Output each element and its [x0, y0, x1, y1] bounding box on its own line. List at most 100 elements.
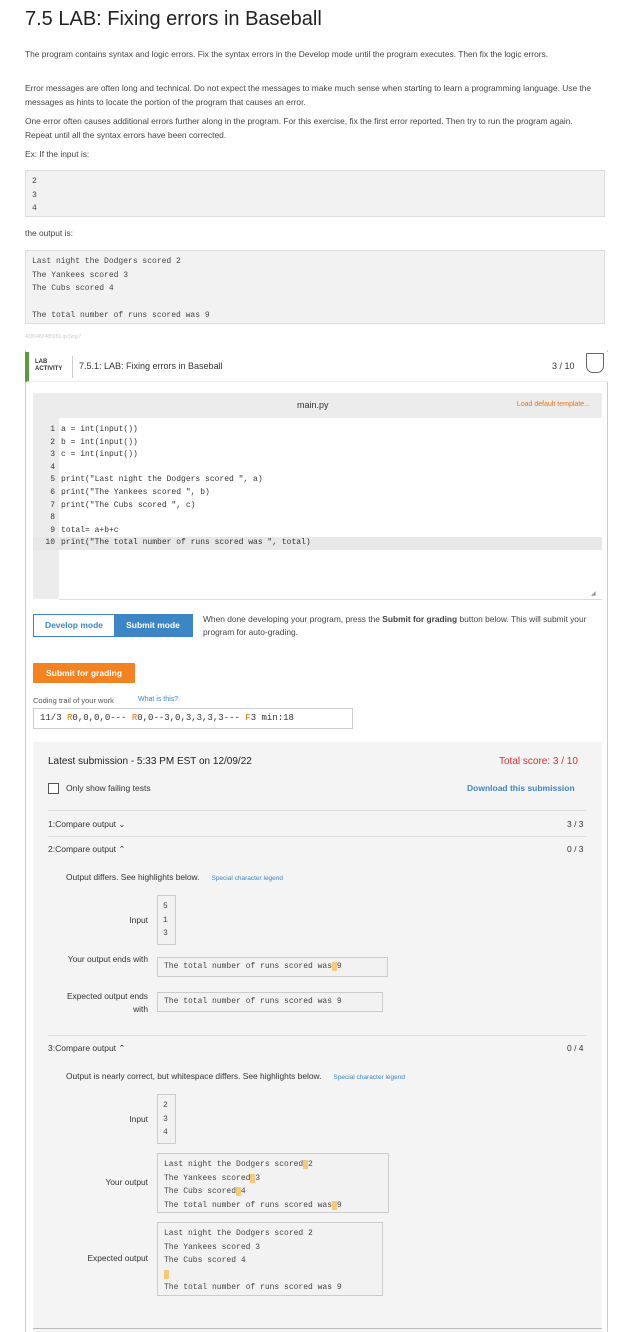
test-2-expected-output: The total number of runs scored was 9: [157, 992, 383, 1012]
divider: [48, 836, 586, 837]
code-line[interactable]: 8: [33, 512, 55, 525]
input-label: Input: [129, 915, 148, 925]
test-2-toggle[interactable]: 2:Compare output ⌃: [48, 844, 126, 855]
special-character-legend-link[interactable]: Special character legend: [333, 1074, 405, 1081]
resize-handle-icon[interactable]: ◢: [591, 590, 596, 597]
code-text[interactable]: b = int(input()): [61, 437, 138, 450]
code-line[interactable]: 3 c = int(input()): [33, 449, 138, 462]
error-paragraph: Error messages are often long and techni…: [25, 83, 592, 107]
example-output-line: The total number of runs scored was 9: [32, 311, 210, 320]
chevron-up-icon: ⌃: [118, 844, 126, 854]
diff-note-text: Output differs. See highlights below.: [66, 872, 200, 882]
code-text[interactable]: print("The total number of runs scored w…: [61, 537, 311, 550]
code-text[interactable]: a = int(input()): [61, 424, 138, 437]
output-text: The Cubs scored: [164, 1187, 237, 1197]
line-number: 6: [50, 488, 55, 497]
lab-score: 3 / 10: [552, 361, 575, 371]
trail-text: 11/3: [40, 713, 68, 723]
output-text: 9: [336, 1200, 342, 1210]
output-text: Last night the Dodgers scored 2: [164, 1229, 313, 1238]
code-line[interactable]: 7 print("The Cubs scored ", c): [33, 500, 195, 513]
download-submission-link[interactable]: Download this submission: [467, 783, 575, 793]
test-3-score: 0 / 4: [567, 1043, 584, 1053]
expected-output-label: Expected output ends with: [66, 991, 148, 1014]
example-output-box: Last night the Dodgers scored 2 The Yank…: [25, 250, 605, 324]
submit-for-grading-button[interactable]: Submit for grading: [33, 663, 135, 683]
test-label: 1:Compare output: [48, 819, 117, 829]
test-3-toggle[interactable]: 3:Compare output ⌃: [48, 1043, 126, 1054]
test-2-your-output: The total number of runs scored was 9: [157, 957, 388, 977]
load-default-template-link[interactable]: Load default template...: [517, 401, 590, 408]
code-line[interactable]: 10 print("The total number of runs scored…: [33, 537, 602, 550]
line-number: 9: [50, 525, 55, 535]
input-line: 5: [163, 902, 168, 911]
mode-note-bold: Submit for grading: [382, 614, 458, 624]
coding-trail-label: Coding trail of your work: [33, 696, 114, 705]
code-line[interactable]: 4: [33, 462, 55, 475]
line-number: 4: [50, 462, 55, 472]
trail-text: 3 min:18: [250, 713, 294, 723]
special-character-legend-link[interactable]: Special character legend: [211, 875, 283, 882]
output-text: 2: [308, 1160, 313, 1169]
submit-mode-button[interactable]: Submit mode: [114, 615, 192, 636]
output-text: The total number of runs scored was 9: [164, 1283, 342, 1293]
output-label: the output is:: [25, 228, 73, 238]
input-line: 2: [163, 1101, 168, 1110]
example-output-line: The Yankees scored 3: [32, 270, 129, 280]
mode-note-text: When done developing your program, press…: [203, 614, 383, 624]
expected-output-label: Expected output: [87, 1253, 148, 1263]
line-number: 8: [50, 513, 55, 523]
code-text[interactable]: c = int(input()): [61, 449, 138, 462]
code-line[interactable]: 5 print("Last night the Dodgers scored ",…: [33, 474, 262, 487]
code-line[interactable]: 2 b = int(input()): [33, 437, 138, 450]
code-text[interactable]: total= a+b+c: [61, 525, 119, 538]
output-text: 4: [240, 1187, 246, 1197]
only-failing-checkbox[interactable]: [48, 783, 59, 794]
lab-activity-label: LAB ACTIVITY: [35, 359, 63, 372]
what-is-this-link[interactable]: What is this?: [138, 696, 178, 703]
test-2-note: Output differs. See highlights below. Spe…: [66, 872, 283, 882]
lab-header: LAB ACTIVITY 7.5.1: LAB: Fixing errors in…: [25, 352, 608, 382]
lab-title: 7.5.1: LAB: Fixing errors in Baseball: [79, 361, 223, 371]
output-text: The total number of runs scored was: [164, 962, 333, 971]
divider: [72, 356, 73, 378]
test-2-score: 0 / 3: [567, 844, 584, 854]
code-line[interactable]: 6 print("The Yankees scored ", b): [33, 487, 210, 500]
example-label: Ex: If the input is:: [25, 149, 90, 159]
test-2-input-box: 5 1 3: [157, 895, 176, 945]
trail-text: 0,0,0,0---: [72, 713, 132, 723]
only-failing-label[interactable]: Only show failing tests: [66, 783, 151, 793]
divider: [48, 810, 586, 811]
your-output-label: Your output: [105, 1177, 148, 1187]
code-line[interactable]: 1 a = int(input()): [33, 424, 138, 437]
output-text: The Yankees scored: [164, 1173, 251, 1183]
code-text[interactable]: print("The Yankees scored ", b): [61, 487, 210, 500]
output-text: The total number of runs scored was: [164, 1200, 333, 1210]
example-output-line: [32, 296, 598, 310]
code-line[interactable]: 9 total= a+b+c: [33, 525, 118, 538]
output-text: The Yankees scored 3: [164, 1242, 261, 1252]
chevron-up-icon: ⌃: [118, 1043, 126, 1053]
input-line: 4: [163, 1128, 168, 1138]
example-input-box: 2 3 4: [25, 170, 605, 217]
example-input-line: 4: [32, 204, 37, 213]
test-3-expected-output: Last night the Dodgers scored 2 The Yank…: [157, 1222, 383, 1296]
input-line: 3: [163, 1114, 168, 1124]
code-text[interactable]: print("The Cubs scored ", c): [61, 500, 195, 513]
line-number: 5: [50, 475, 55, 485]
coding-trail: 11/3 R0,0,0,0--- R0,0--3,0,3,3,3,3--- F3…: [33, 708, 353, 729]
line-number: 7: [50, 500, 55, 510]
chevron-down-icon: ⌄: [118, 819, 126, 829]
editor-filename: main.py: [297, 400, 329, 410]
mode-toggle[interactable]: Develop mode Submit mode: [33, 614, 193, 637]
test-1-toggle[interactable]: 1:Compare output ⌄: [48, 819, 126, 830]
code-text[interactable]: print("Last night the Dodgers scored ", …: [61, 474, 263, 487]
newline-highlight: [164, 1269, 169, 1279]
line-number: 3: [50, 450, 55, 460]
your-output-label: Your output ends with: [67, 954, 148, 964]
input-label: Input: [129, 1114, 148, 1124]
develop-mode-button[interactable]: Develop mode: [34, 615, 114, 636]
example-input-line: 2: [32, 177, 37, 186]
output-text: Last night the Dodgers scored: [164, 1160, 304, 1169]
output-text: 3: [255, 1173, 261, 1183]
